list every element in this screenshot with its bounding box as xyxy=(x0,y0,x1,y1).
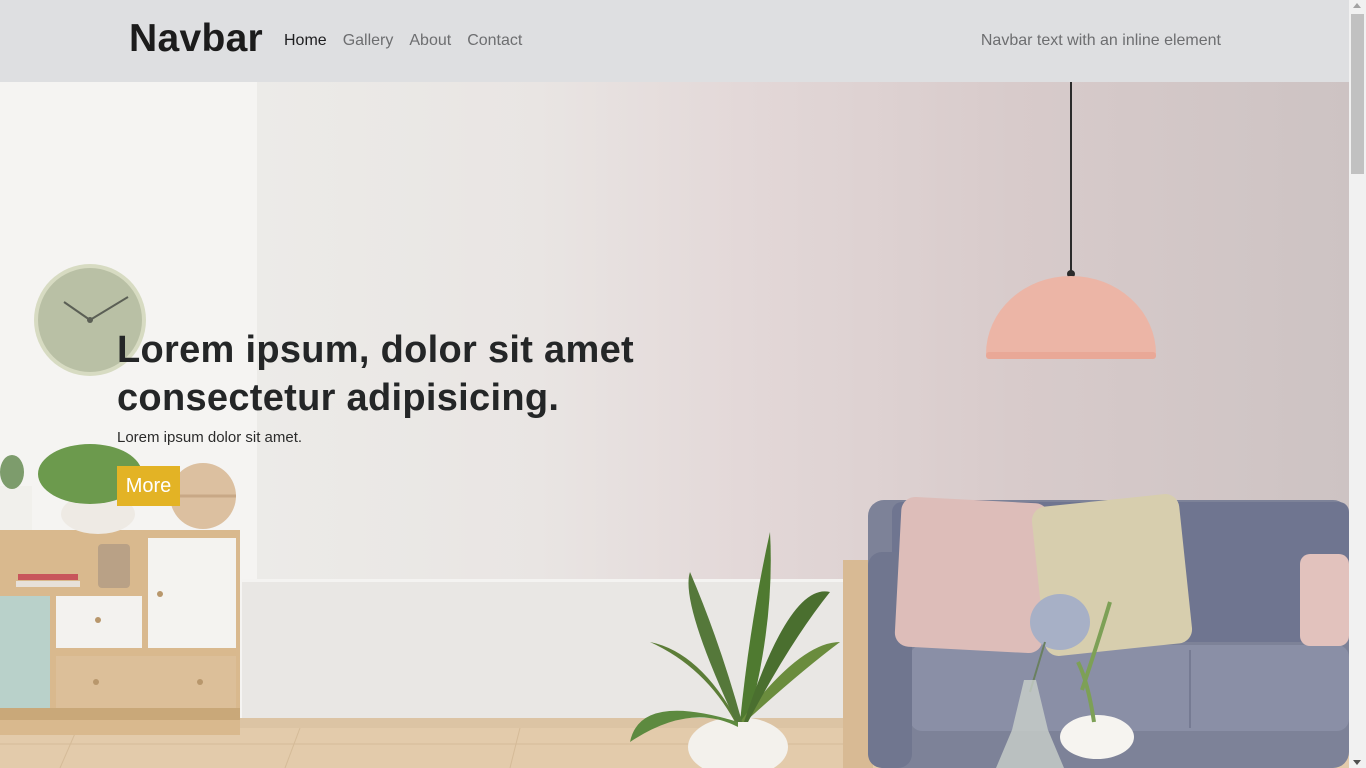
hero-subtitle: Lorem ipsum dolor sit amet. xyxy=(117,429,303,446)
more-button[interactable]: More xyxy=(117,466,180,506)
vertical-scrollbar[interactable] xyxy=(1349,0,1366,768)
scroll-down-arrow-icon[interactable] xyxy=(1353,760,1361,765)
navbar: Navbar Home Gallery About Contact Navbar… xyxy=(0,0,1349,82)
scrollbar-thumb[interactable] xyxy=(1351,14,1364,174)
nav-link-contact[interactable]: Contact xyxy=(467,30,522,52)
page: Navbar Home Gallery About Contact Navbar… xyxy=(0,0,1349,768)
navbar-text: Navbar text with an inline element xyxy=(980,32,1221,49)
navbar-brand[interactable]: Navbar xyxy=(129,14,263,64)
nav-link-about[interactable]: About xyxy=(409,30,451,52)
hero-content: Lorem ipsum, dolor sit amet consectetur … xyxy=(117,326,677,506)
hero-section: Lorem ipsum, dolor sit amet consectetur … xyxy=(0,82,1349,768)
nav-link-home[interactable]: Home xyxy=(284,30,327,52)
nav-link-gallery[interactable]: Gallery xyxy=(343,30,394,52)
scroll-up-arrow-icon[interactable] xyxy=(1353,3,1361,8)
hero-title: Lorem ipsum, dolor sit amet consectetur … xyxy=(117,329,634,419)
sideboard-cabinet xyxy=(0,530,240,735)
nav-links: Home Gallery About Contact xyxy=(284,30,538,52)
pendant-lamp xyxy=(986,82,1156,359)
